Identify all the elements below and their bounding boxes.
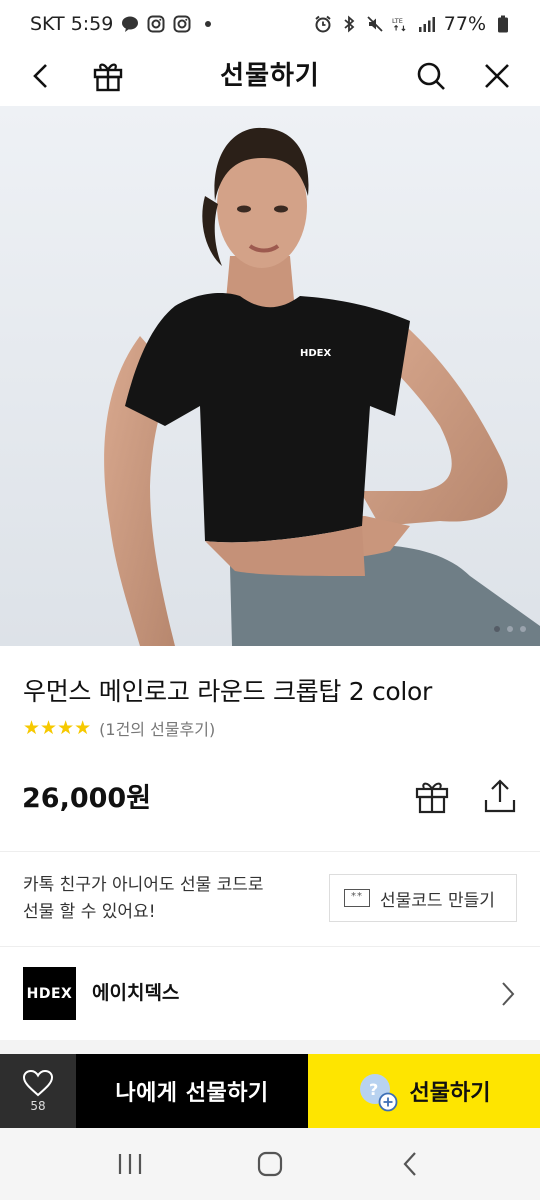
section-separator bbox=[0, 1040, 540, 1054]
instagram-icon bbox=[173, 15, 191, 33]
carousel-dot bbox=[507, 626, 513, 632]
alarm-icon bbox=[314, 15, 332, 33]
create-gift-code-button[interactable]: ** 선물코드 만들기 bbox=[329, 874, 517, 922]
battery-icon bbox=[494, 15, 512, 33]
brand-logo: HDEX bbox=[23, 967, 76, 1020]
status-left: SKT 5:59 bbox=[30, 13, 212, 35]
like-button[interactable]: 58 bbox=[0, 1054, 76, 1128]
recent-apps-button[interactable] bbox=[100, 1134, 160, 1194]
signal-icon bbox=[418, 15, 436, 33]
gift-icon bbox=[415, 782, 449, 814]
system-nav-bar bbox=[0, 1128, 540, 1200]
bluetooth-icon bbox=[340, 15, 358, 33]
chevron-right-icon bbox=[494, 978, 522, 1010]
carousel-dot bbox=[494, 626, 500, 632]
mute-icon bbox=[366, 15, 384, 33]
back-icon bbox=[33, 64, 47, 88]
divider bbox=[0, 946, 540, 947]
back-button[interactable] bbox=[22, 56, 62, 96]
svg-text:?: ? bbox=[369, 1080, 378, 1099]
back-nav-button[interactable] bbox=[380, 1134, 440, 1194]
bottom-action-bar: 58 나에게 선물하기 ? 선물하기 bbox=[0, 1054, 540, 1128]
home-button[interactable] bbox=[240, 1134, 300, 1194]
review-count: (1건의 선물후기) bbox=[99, 720, 216, 739]
gift-button-label: 선물하기 bbox=[409, 1081, 491, 1106]
shirt-logo: HDEX bbox=[300, 348, 332, 359]
heart-icon bbox=[22, 1069, 54, 1097]
gift-home-button[interactable] bbox=[88, 56, 128, 96]
recent-apps-icon bbox=[118, 1154, 142, 1174]
like-count: 58 bbox=[30, 1099, 46, 1113]
friend-gift-icon: ? bbox=[358, 1072, 397, 1112]
lte-icon: LTE bbox=[392, 15, 410, 33]
talk-icon bbox=[121, 15, 139, 33]
status-bar: SKT 5:59 LTE 77% bbox=[0, 0, 540, 48]
product-title: 우먼스 메인로고 라운드 크롭탑 2 color bbox=[23, 677, 433, 706]
gift-to-self-button[interactable]: 나에게 선물하기 bbox=[76, 1054, 308, 1128]
close-button[interactable] bbox=[477, 56, 517, 96]
gift-icon bbox=[93, 63, 123, 92]
gift-button[interactable]: ? 선물하기 bbox=[308, 1054, 540, 1128]
search-icon bbox=[417, 62, 445, 90]
instagram-icon bbox=[147, 15, 165, 33]
app-header: 선물하기 bbox=[0, 48, 540, 104]
brand-name: 에이치덱스 bbox=[92, 982, 180, 1004]
share-icon bbox=[484, 779, 516, 813]
gift-code-description: 카톡 친구가 아니어도 선물 코드로 선물 할 수 있어요! bbox=[23, 875, 264, 922]
brand-row[interactable]: HDEX 에이치덱스 bbox=[0, 948, 540, 1040]
page-title: 선물하기 bbox=[220, 61, 320, 91]
carousel-indicator bbox=[494, 626, 526, 632]
product-photo: HDEX bbox=[0, 106, 540, 646]
star-rating: ★★★★ bbox=[23, 717, 92, 739]
battery-percent: 77% bbox=[443, 13, 486, 35]
rating-row[interactable]: ★★★★ (1건의 선물후기) bbox=[23, 716, 215, 740]
back-nav-icon bbox=[403, 1152, 416, 1176]
notification-dot bbox=[205, 21, 212, 27]
wishlist-gift-button[interactable] bbox=[412, 776, 452, 816]
share-button[interactable] bbox=[480, 776, 520, 816]
search-button[interactable] bbox=[411, 56, 451, 96]
product-price: 26,000원 bbox=[22, 783, 152, 814]
home-icon bbox=[257, 1151, 283, 1177]
gift-code-button-label: 선물코드 만들기 bbox=[380, 890, 495, 911]
gift-code-icon: ** bbox=[344, 889, 370, 907]
carrier-time: SKT 5:59 bbox=[30, 13, 114, 35]
svg-text:LTE: LTE bbox=[392, 17, 403, 25]
close-icon bbox=[485, 64, 509, 88]
carousel-dot bbox=[520, 626, 526, 632]
product-image-carousel[interactable]: HDEX bbox=[0, 106, 540, 646]
divider bbox=[0, 851, 540, 852]
status-right: LTE 77% bbox=[314, 13, 512, 35]
